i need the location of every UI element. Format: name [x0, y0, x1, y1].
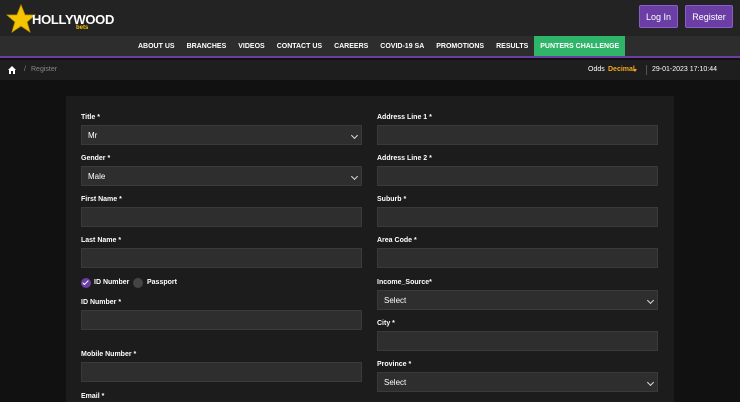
title-select[interactable]: Mr	[81, 125, 362, 145]
registration-form: Title * Mr Gender * Male First Name * La…	[66, 96, 674, 402]
last-name-label: Last Name *	[81, 237, 122, 244]
mobile-number-input[interactable]	[81, 362, 362, 382]
nav-item-contact-us[interactable]: CONTACT US	[271, 36, 328, 56]
chevron-down-icon	[350, 131, 359, 140]
first-name-label: First Name *	[81, 196, 122, 203]
city-label: City *	[377, 320, 395, 327]
suburb-input[interactable]	[377, 207, 658, 227]
chevron-down-icon	[646, 296, 655, 305]
id-number-label: ID Number *	[81, 299, 122, 306]
first-name-input[interactable]	[81, 207, 362, 227]
nav-item-covid-19-sa[interactable]: COVID-19 SA	[374, 36, 430, 56]
nav-items: ABOUT US BRANCHES VIDEOS CONTACT US CARE…	[132, 36, 626, 56]
address-line-2-input[interactable]	[377, 166, 658, 186]
gender-label: Gender *	[81, 155, 111, 162]
area-code-input[interactable]	[377, 248, 658, 268]
income-source-label: Income_Source*	[377, 279, 432, 286]
current-datetime: 29-01-2023 17:10:44	[652, 66, 717, 73]
income-source-select[interactable]: Select	[377, 290, 658, 310]
logo-subtext: bets	[76, 25, 89, 31]
passport-radio[interactable]	[133, 278, 143, 288]
mobile-number-label: Mobile Number *	[81, 351, 137, 358]
logo-text: HOLLYWOOD	[32, 12, 115, 27]
address-line-1-label: Address Line 1 *	[377, 114, 432, 121]
nav-item-careers[interactable]: CAREERS	[328, 36, 374, 56]
income-source-select-value: Select	[384, 295, 407, 305]
home-icon[interactable]	[8, 66, 16, 74]
nav-item-promotions[interactable]: PROMOTIONS	[430, 36, 490, 56]
id-number-input[interactable]	[81, 310, 362, 330]
address-line-1-input[interactable]	[377, 125, 658, 145]
breadcrumb-separator: /	[24, 66, 26, 73]
divider	[646, 65, 647, 75]
address-line-2-label: Address Line 2 *	[377, 155, 432, 162]
suburb-label: Suburb *	[377, 196, 407, 203]
main-nav: ABOUT US BRANCHES VIDEOS CONTACT US CARE…	[0, 36, 740, 58]
id-number-radio[interactable]	[81, 278, 91, 288]
last-name-input[interactable]	[81, 248, 362, 268]
nav-item-results[interactable]: RESULTS	[490, 36, 534, 56]
odds-format-dropdown[interactable]: Decimal	[608, 66, 635, 73]
passport-radio-label[interactable]: Passport	[147, 279, 177, 286]
nav-item-videos[interactable]: VIDEOS	[232, 36, 270, 56]
nav-item-branches[interactable]: BRANCHES	[181, 36, 233, 56]
login-button[interactable]: Log In	[639, 5, 678, 28]
hollywoodbets-logo[interactable]: HOLLYWOOD bets	[6, 4, 114, 34]
nav-item-punters-challenge[interactable]: PUNTERS CHALLENGE	[534, 36, 626, 56]
odds-label: Odds	[588, 66, 605, 73]
city-input[interactable]	[377, 331, 658, 351]
area-code-label: Area Code *	[377, 237, 417, 244]
email-label: Email *	[81, 393, 105, 400]
check-icon	[82, 278, 89, 286]
title-label: Title *	[81, 114, 100, 121]
nav-item-about-us[interactable]: ABOUT US	[132, 36, 181, 56]
id-number-radio-label[interactable]: ID Number	[94, 279, 129, 286]
title-select-value: Mr	[88, 130, 98, 140]
gender-select-value: Male	[88, 171, 106, 181]
breadcrumb-current: Register	[31, 66, 58, 73]
chevron-down-icon	[646, 378, 655, 387]
province-select-value: Select	[384, 377, 407, 387]
gender-select[interactable]: Male	[81, 166, 362, 186]
register-button[interactable]: Register	[685, 5, 733, 28]
province-label: Province *	[377, 361, 412, 368]
chevron-down-icon	[350, 172, 359, 181]
province-select[interactable]: Select	[377, 372, 658, 392]
top-header: HOLLYWOOD bets Log In Register	[0, 0, 740, 36]
breadcrumb-bar: / Register Odds Decimal 29-01-2023 17:10…	[0, 60, 740, 80]
caret-down-icon[interactable]	[633, 69, 637, 72]
